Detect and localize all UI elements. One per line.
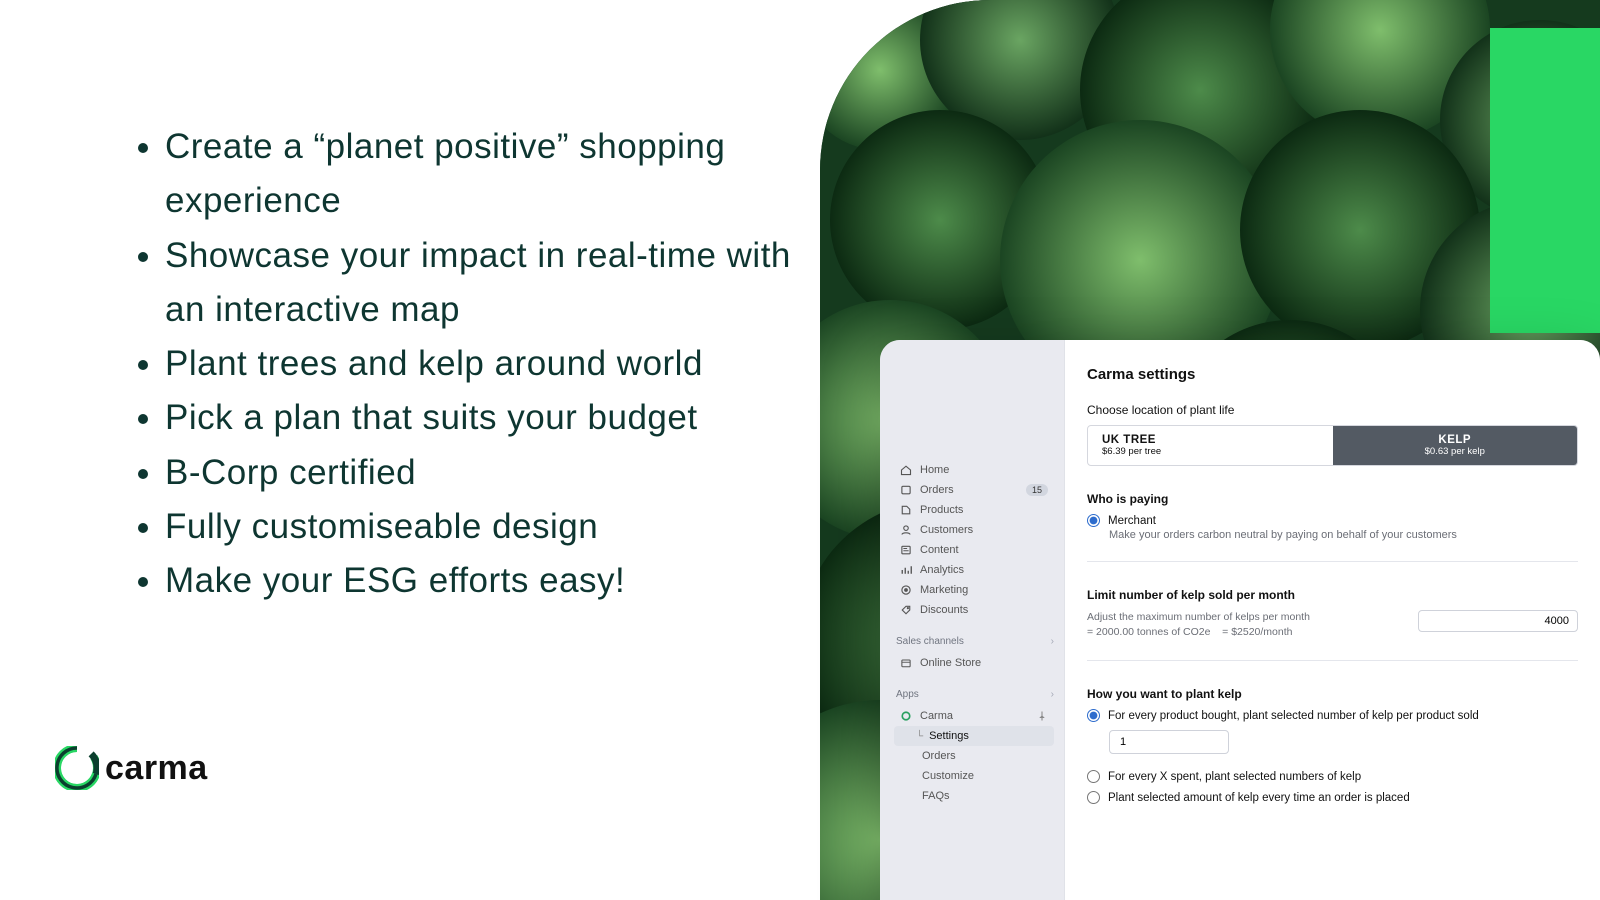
sidebar-item-label: Settings	[929, 730, 1048, 742]
plant-radio[interactable]	[1087, 770, 1100, 783]
sidebar-subitem-settings[interactable]: └ Settings	[894, 726, 1054, 746]
chevron-right-icon[interactable]: ›	[1051, 689, 1054, 700]
divider	[1087, 660, 1578, 661]
bullet: Fully customiseable design	[165, 500, 835, 554]
sidebar-item-customers[interactable]: Customers	[894, 520, 1054, 540]
payer-label: Who is paying	[1087, 492, 1578, 506]
sidebar-item-label: FAQs	[922, 790, 1048, 802]
store-icon	[900, 657, 912, 669]
sidebar-item-analytics[interactable]: Analytics	[894, 560, 1054, 580]
sidebar-item-carma-app[interactable]: Carma	[894, 706, 1054, 726]
sidebar-item-discounts[interactable]: Discounts	[894, 600, 1054, 620]
location-label: Choose location of plant life	[1087, 403, 1578, 417]
bullet: B-Corp certified	[165, 446, 835, 500]
shopify-settings-window: Home Orders 15 Products Customers	[880, 340, 1600, 900]
radio-label: For every product bought, plant selected…	[1108, 710, 1479, 722]
pin-icon[interactable]	[1036, 710, 1048, 722]
sidebar-item-orders[interactable]: Orders 15	[894, 480, 1054, 500]
sidebar-item-label: Orders	[920, 484, 1018, 496]
customers-icon	[900, 524, 912, 536]
sidebar-item-label: Marketing	[920, 584, 1048, 596]
analytics-icon	[900, 564, 912, 576]
tile-title: KELP	[1347, 434, 1564, 446]
sidebar-subitem-orders[interactable]: Orders	[894, 746, 1054, 766]
payer-radio[interactable]	[1087, 514, 1100, 527]
carma-mark-icon	[55, 746, 99, 790]
discounts-icon	[900, 604, 912, 616]
sidebar-item-label: Customize	[922, 770, 1048, 782]
bullet: Plant trees and kelp around world	[165, 337, 835, 391]
sidebar-item-label: Home	[920, 464, 1048, 476]
radio-label: For every X spent, plant selected number…	[1108, 771, 1361, 783]
carma-app-icon	[900, 710, 912, 722]
divider	[1087, 561, 1578, 562]
bullet: Pick a plan that suits your budget	[165, 391, 835, 445]
carma-wordmark: carma	[105, 749, 208, 788]
tile-price: $0.63 per kelp	[1347, 446, 1564, 457]
plant-option-per-order[interactable]: Plant selected amount of kelp every time…	[1087, 791, 1578, 804]
home-icon	[900, 464, 912, 476]
limit-help-line: Adjust the maximum number of kelps per m…	[1087, 610, 1310, 625]
sidebar-item-products[interactable]: Products	[894, 500, 1054, 520]
radio-label: Merchant	[1108, 515, 1156, 527]
carma-logo: carma	[55, 746, 208, 790]
tile-kelp[interactable]: KELP $0.63 per kelp	[1333, 426, 1578, 465]
products-icon	[900, 504, 912, 516]
sidebar-item-marketing[interactable]: Marketing	[894, 580, 1054, 600]
bullet: Make your ESG efforts easy!	[165, 554, 835, 608]
payer-help: Make your orders carbon neutral by payin…	[1109, 529, 1578, 541]
settings-panel: Carma settings Choose location of plant …	[1064, 340, 1600, 900]
bullet: Showcase your impact in real-time with a…	[165, 229, 835, 338]
feature-bullets: Create a “planet positive” shopping expe…	[125, 120, 835, 608]
tile-title: UK TREE	[1102, 434, 1319, 446]
sidebar-item-label: Online Store	[920, 657, 1048, 669]
plant-option-per-product[interactable]: For every product bought, plant selected…	[1087, 709, 1578, 722]
tile-uk-tree[interactable]: UK TREE $6.39 per tree	[1088, 426, 1333, 465]
bullet: Create a “planet positive” shopping expe…	[165, 120, 835, 229]
sidebar-subitem-faqs[interactable]: FAQs	[894, 786, 1054, 806]
shopify-sidebar: Home Orders 15 Products Customers	[880, 340, 1064, 900]
sidebar-item-label: Analytics	[920, 564, 1048, 576]
plant-radio[interactable]	[1087, 791, 1100, 804]
content-icon	[900, 544, 912, 556]
page-title: Carma settings	[1087, 366, 1578, 383]
plant-type-tiles: UK TREE $6.39 per tree KELP $0.63 per ke…	[1087, 425, 1578, 466]
sidebar-item-label: Content	[920, 544, 1048, 556]
sidebar-item-label: Products	[920, 504, 1048, 516]
plant-option-per-spend[interactable]: For every X spent, plant selected number…	[1087, 770, 1578, 783]
sidebar-subitem-customize[interactable]: Customize	[894, 766, 1054, 786]
plant-mode-title: How you want to plant kelp	[1087, 687, 1578, 701]
marketing-icon	[900, 584, 912, 596]
orders-badge: 15	[1026, 484, 1048, 496]
sidebar-item-label: Carma	[920, 710, 1028, 722]
chevron-right-icon[interactable]: ›	[1051, 636, 1054, 647]
sidebar-item-content[interactable]: Content	[894, 540, 1054, 560]
sidebar-group-sales: Sales channels	[896, 636, 964, 647]
orders-icon	[900, 484, 912, 496]
sidebar-item-online-store[interactable]: Online Store	[894, 653, 1054, 673]
sidebar-item-label: Discounts	[920, 604, 1048, 616]
sidebar-item-label: Orders	[922, 750, 1048, 762]
sidebar-group-apps: Apps	[896, 689, 919, 700]
sidebar-item-label: Customers	[920, 524, 1048, 536]
plant-qty-input[interactable]	[1109, 730, 1229, 754]
limit-title: Limit number of kelp sold per month	[1087, 588, 1578, 602]
radio-label: Plant selected amount of kelp every time…	[1108, 792, 1410, 804]
sidebar-item-home[interactable]: Home	[894, 460, 1054, 480]
accent-strip	[1490, 28, 1600, 333]
limit-help-cost: = $2520/month	[1222, 626, 1292, 638]
kelp-limit-input[interactable]	[1418, 610, 1578, 632]
limit-help-co2: = 2000.00 tonnes of CO2e	[1087, 626, 1210, 638]
payer-option-merchant[interactable]: Merchant	[1087, 514, 1578, 527]
plant-radio[interactable]	[1087, 709, 1100, 722]
tile-price: $6.39 per tree	[1102, 446, 1319, 457]
